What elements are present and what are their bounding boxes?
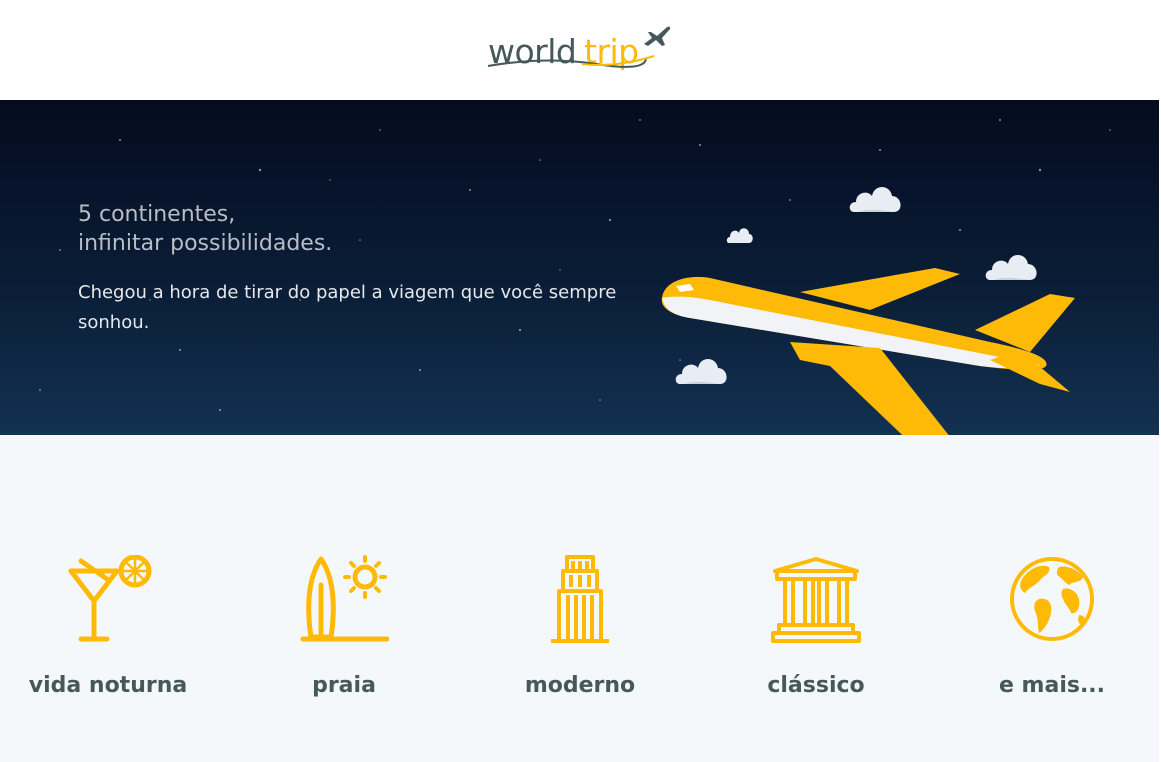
type-item-classico[interactable]: clássico — [726, 555, 906, 715]
type-label: clássico — [767, 673, 865, 698]
cocktail-icon — [68, 555, 152, 642]
skyscraper-icon — [551, 555, 609, 643]
type-label: vida noturna — [28, 673, 188, 698]
type-item-e-mais[interactable]: e mais... — [962, 555, 1142, 715]
type-item-vida-noturna[interactable]: vida noturna — [18, 555, 198, 715]
banner-title: 5 continentes, infinitar possibilidades. — [78, 202, 333, 256]
logo-swoosh-icon — [487, 55, 655, 68]
type-label: moderno — [524, 673, 636, 698]
type-label: e mais... — [998, 673, 1106, 698]
banner-subtitle: Chegou a hora de tirar do papel a viagem… — [78, 282, 617, 333]
worldtrip-logo[interactable]: world trip — [486, 24, 676, 76]
logo-plane-icon — [644, 26, 671, 46]
type-item-moderno[interactable]: moderno — [490, 555, 670, 715]
globe-icon — [1010, 557, 1094, 641]
museum-icon — [771, 557, 861, 643]
type-label: praia — [312, 673, 376, 698]
page-header: world trip — [0, 0, 1161, 100]
type-item-praia[interactable]: praia — [254, 555, 434, 715]
travel-types-section: vida noturna praia moderno clássico e ma… — [0, 435, 1159, 762]
airplane-illustration — [661, 268, 1075, 452]
surf-beach-icon — [300, 555, 389, 642]
